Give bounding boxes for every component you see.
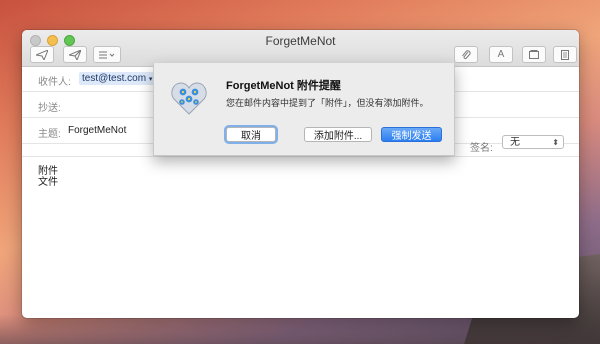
chevron-down-icon: ▾ [148, 76, 153, 83]
desktop-shade [0, 314, 600, 344]
body-line: 文件 [38, 177, 58, 188]
paper-plane-icon [36, 49, 48, 60]
title-bar: ForgetMeNot A [22, 30, 579, 67]
stationery-button[interactable] [553, 46, 577, 63]
list-icon [99, 51, 115, 58]
signature-select[interactable]: 无 ⬍ [502, 135, 564, 149]
updown-arrows-icon: ⬍ [552, 138, 559, 147]
forgetmenot-app-icon [171, 82, 207, 115]
to-label: 收件人: [38, 77, 71, 88]
dialog-message: 您在邮件内容中提到了「附件」，但没有添加附件。 [226, 98, 429, 108]
add-attachment-button[interactable]: 添加附件... [304, 127, 372, 142]
force-send-button[interactable]: 强制发送 [381, 127, 442, 142]
font-button[interactable]: A [489, 46, 513, 63]
send-later-button[interactable] [63, 46, 87, 63]
attach-button[interactable] [454, 46, 478, 63]
photo-browser-icon [529, 50, 539, 59]
attachment-reminder-dialog: ForgetMeNot 附件提醒 您在邮件内容中提到了「附件」，但没有添加附件。… [153, 63, 455, 156]
dialog-title: ForgetMeNot 附件提醒 [226, 80, 341, 92]
cc-label: 抄送: [38, 103, 61, 114]
signature-value: 无 [510, 137, 520, 148]
message-body[interactable]: 附件 文件 [38, 166, 58, 188]
paper-plane-outline-icon [69, 49, 81, 60]
signature-label: 签名: [470, 143, 493, 154]
photo-browser-button[interactable] [522, 46, 546, 63]
font-label: A [497, 49, 505, 60]
cancel-button[interactable]: 取消 [226, 127, 276, 142]
recipient-token[interactable]: test@test.com ▾ [79, 72, 156, 85]
recipient-address: test@test.com [82, 73, 147, 84]
paperclip-icon [462, 49, 471, 59]
body-line: 附件 [38, 166, 58, 177]
stationery-icon [561, 49, 569, 60]
send-button[interactable] [30, 46, 54, 63]
format-list-button[interactable] [93, 46, 121, 63]
